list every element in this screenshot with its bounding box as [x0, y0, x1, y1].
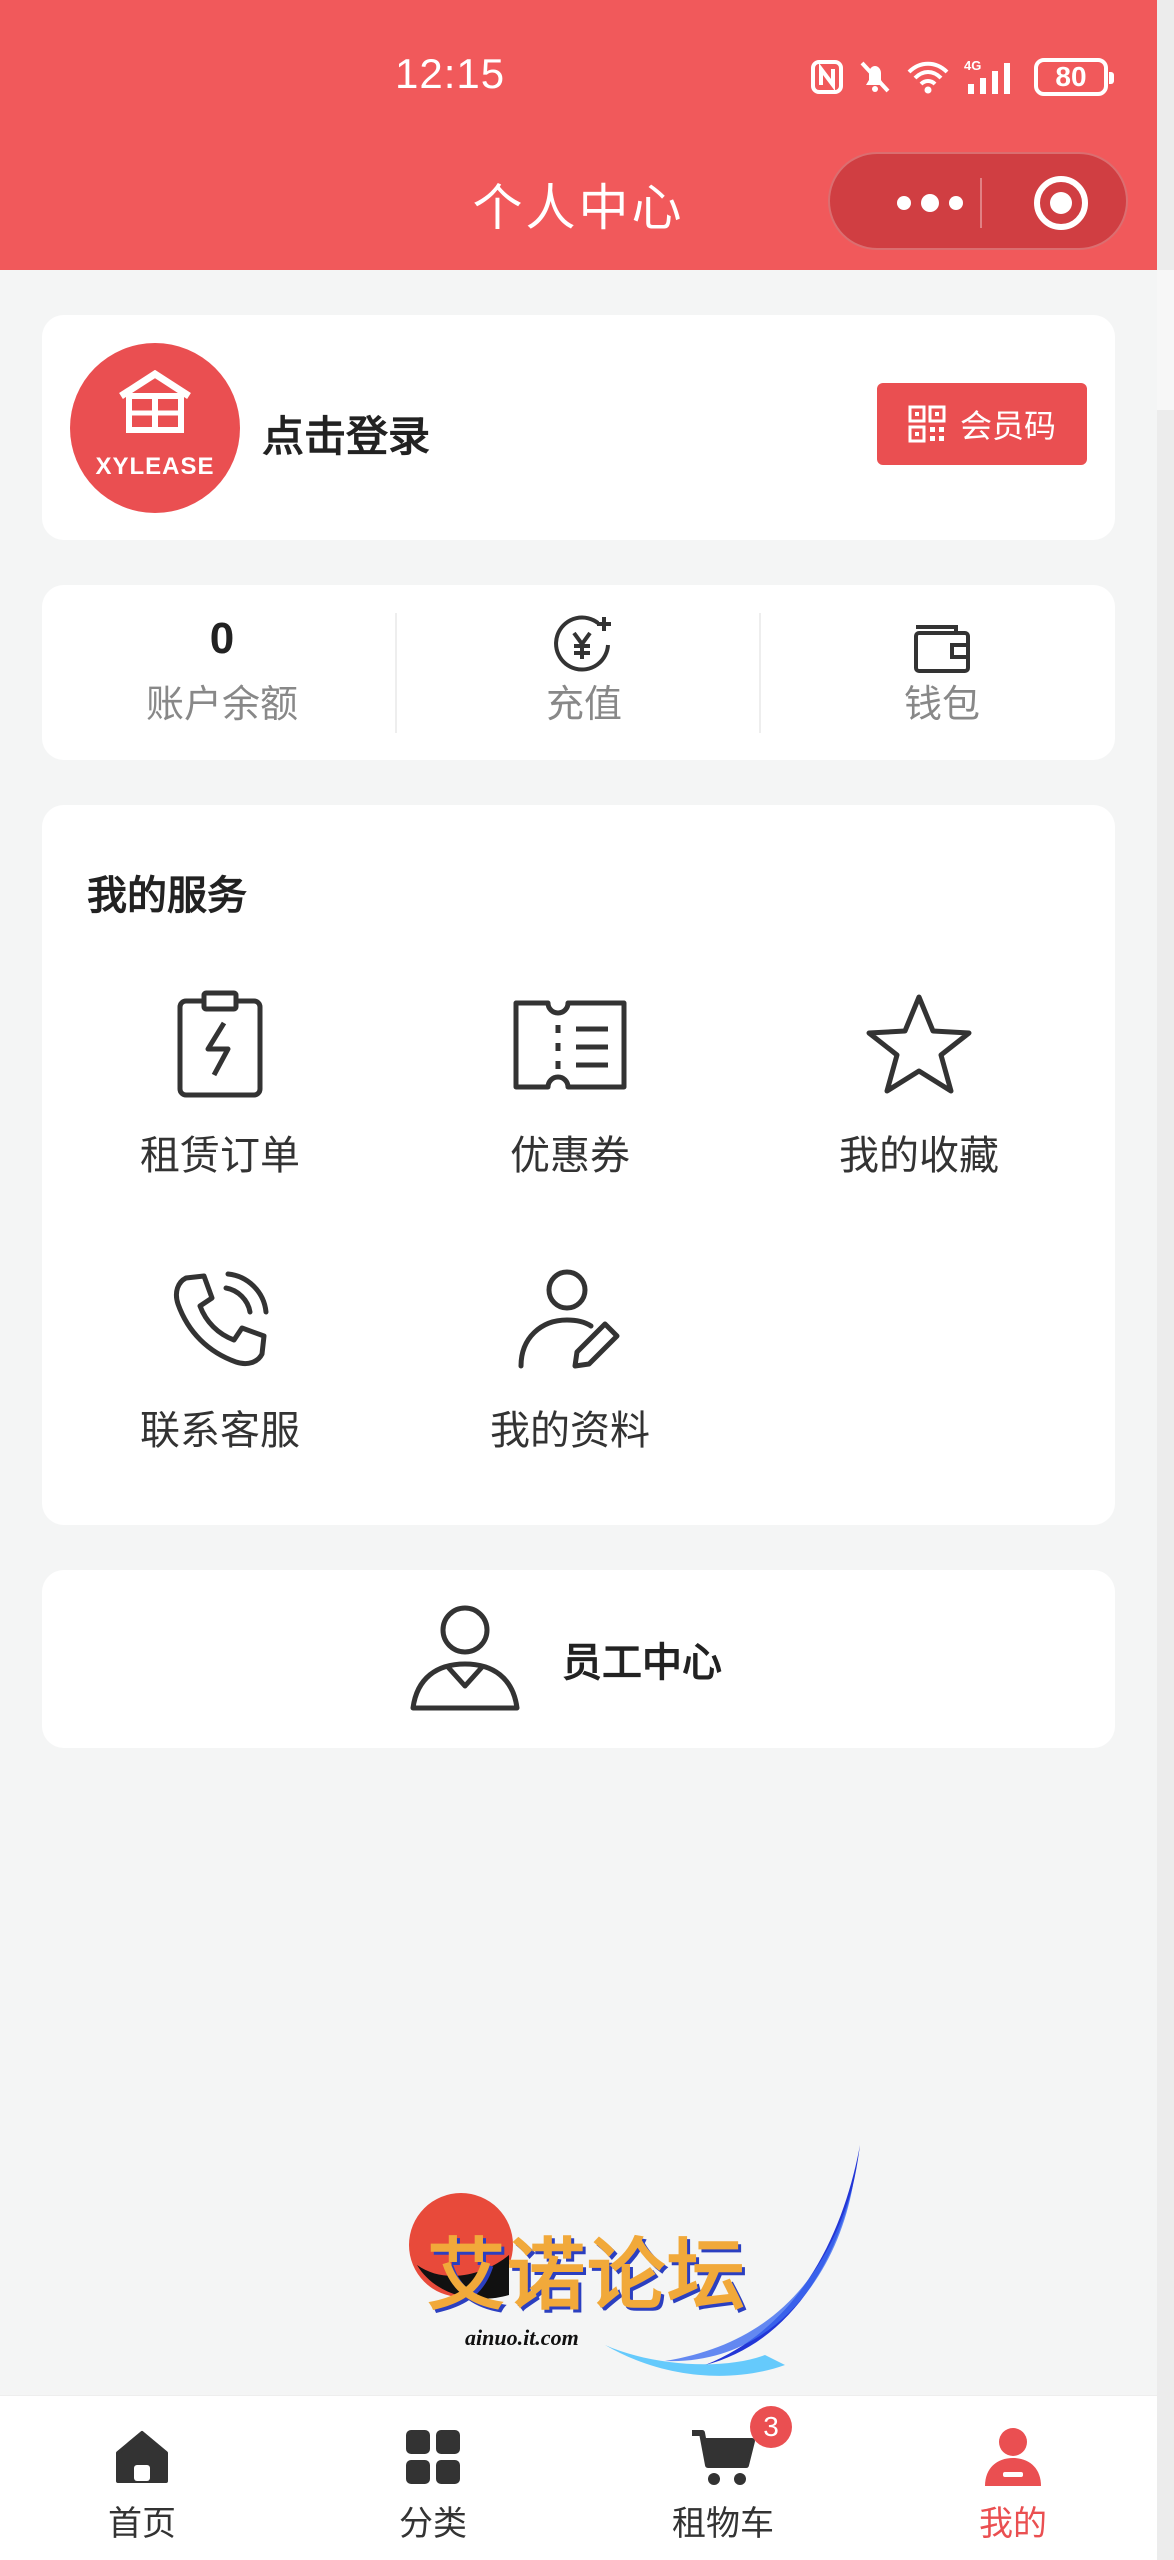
- qr-code-icon: [908, 405, 946, 443]
- nfc-icon: [811, 60, 843, 94]
- service-coupons[interactable]: 优惠券: [420, 985, 720, 1181]
- tab-rental-cart[interactable]: 3 租物车: [623, 2396, 823, 2560]
- status-bar: 12:15 4G 80: [0, 0, 1157, 150]
- signal-icon: 4G: [964, 58, 1010, 94]
- service-label: 优惠券: [510, 1133, 630, 1179]
- more-dot-icon: [949, 196, 963, 210]
- service-label: 我的资料: [490, 1408, 650, 1454]
- capsule-divider: [980, 178, 982, 228]
- service-rental-orders[interactable]: 租赁订单: [70, 985, 370, 1181]
- more-dot-icon: [897, 196, 911, 210]
- top-header: 12:15 4G 80 个人中心: [0, 0, 1157, 270]
- house-logo-icon: [113, 369, 197, 447]
- clipboard-bolt-icon: [172, 985, 268, 1105]
- star-icon: [863, 985, 975, 1105]
- user-edit-icon: [515, 1260, 625, 1380]
- cart-badge: 3: [750, 2406, 792, 2448]
- balance-label: 账户余额: [145, 682, 298, 726]
- wallet-label: 钱包: [903, 682, 980, 726]
- mute-icon: [860, 61, 890, 93]
- account-balance[interactable]: 0 账户余额: [82, 585, 362, 760]
- phone-call-icon: [168, 1260, 272, 1380]
- staff-center-card[interactable]: 员工中心: [42, 1570, 1115, 1748]
- service-customer-support[interactable]: 联系客服: [70, 1260, 370, 1456]
- tab-label: 首页: [108, 2504, 176, 2544]
- recharge-label: 充值: [545, 682, 622, 726]
- miniprogram-capsule: [828, 152, 1128, 250]
- service-label: 联系客服: [140, 1408, 300, 1454]
- user-icon: [983, 2424, 1043, 2490]
- more-menu-button[interactable]: [875, 154, 985, 252]
- svg-text:4G: 4G: [964, 58, 981, 73]
- service-label: 我的收藏: [839, 1133, 999, 1179]
- member-code-button[interactable]: 会员码: [877, 383, 1087, 465]
- wifi-icon: [907, 61, 949, 94]
- battery-indicator: 80: [1034, 58, 1114, 96]
- tab-label: 租物车: [672, 2504, 774, 2544]
- service-favorites[interactable]: 我的收藏: [769, 985, 1069, 1181]
- login-link[interactable]: 点击登录: [262, 403, 430, 464]
- staff-center-label: 员工中心: [562, 1640, 722, 1686]
- services-card: 我的服务 租赁订单 优惠券 我的收藏 联系客服 我的资料: [42, 805, 1115, 1525]
- ticket-icon: [512, 985, 628, 1105]
- balance-card: 0 账户余额 充值 钱包: [42, 585, 1115, 760]
- service-my-profile[interactable]: 我的资料: [420, 1260, 720, 1456]
- status-icons: 4G 80: [810, 52, 1114, 102]
- divider: [759, 613, 761, 733]
- grid-icon: [404, 2424, 462, 2490]
- cart-icon: 3: [690, 2406, 792, 2490]
- home-icon: [114, 2424, 170, 2490]
- member-code-label: 会员码: [959, 407, 1056, 445]
- recharge-yen-icon: [552, 613, 616, 673]
- service-label: 租赁订单: [140, 1133, 300, 1179]
- watermark-text: 艾诺论坛: [427, 2231, 748, 2321]
- services-title: 我的服务: [87, 873, 247, 919]
- more-dot-icon: [921, 194, 939, 212]
- watermark-url: ainuo.it.com: [465, 2325, 579, 2350]
- status-time: 12:15: [395, 50, 506, 97]
- tab-home[interactable]: 首页: [42, 2396, 242, 2560]
- tab-category[interactable]: 分类: [333, 2396, 533, 2560]
- tab-label: 我的: [979, 2504, 1047, 2544]
- staff-user-icon: [407, 1602, 527, 1718]
- divider: [395, 613, 397, 733]
- bottom-tab-bar: 首页 分类 3 租物车 我的: [0, 2395, 1157, 2560]
- battery-level: 80: [1055, 61, 1087, 92]
- tab-mine[interactable]: 我的: [913, 2396, 1113, 2560]
- recharge-entry[interactable]: 充值: [434, 585, 734, 760]
- wallet-icon: [910, 613, 974, 673]
- wallet-entry[interactable]: 钱包: [797, 585, 1087, 760]
- scrollbar-thumb[interactable]: [1157, 270, 1174, 410]
- avatar[interactable]: XYLEASE: [70, 343, 240, 513]
- close-miniprogram-button[interactable]: [1034, 176, 1088, 230]
- balance-amount: 0: [209, 614, 235, 663]
- tab-label: 分类: [399, 2504, 467, 2544]
- forum-watermark: 艾诺论坛 ainuo.it.com: [405, 2145, 875, 2395]
- avatar-logo-text: XYLEASE: [95, 452, 215, 480]
- profile-card: XYLEASE 点击登录 会员码: [42, 315, 1115, 540]
